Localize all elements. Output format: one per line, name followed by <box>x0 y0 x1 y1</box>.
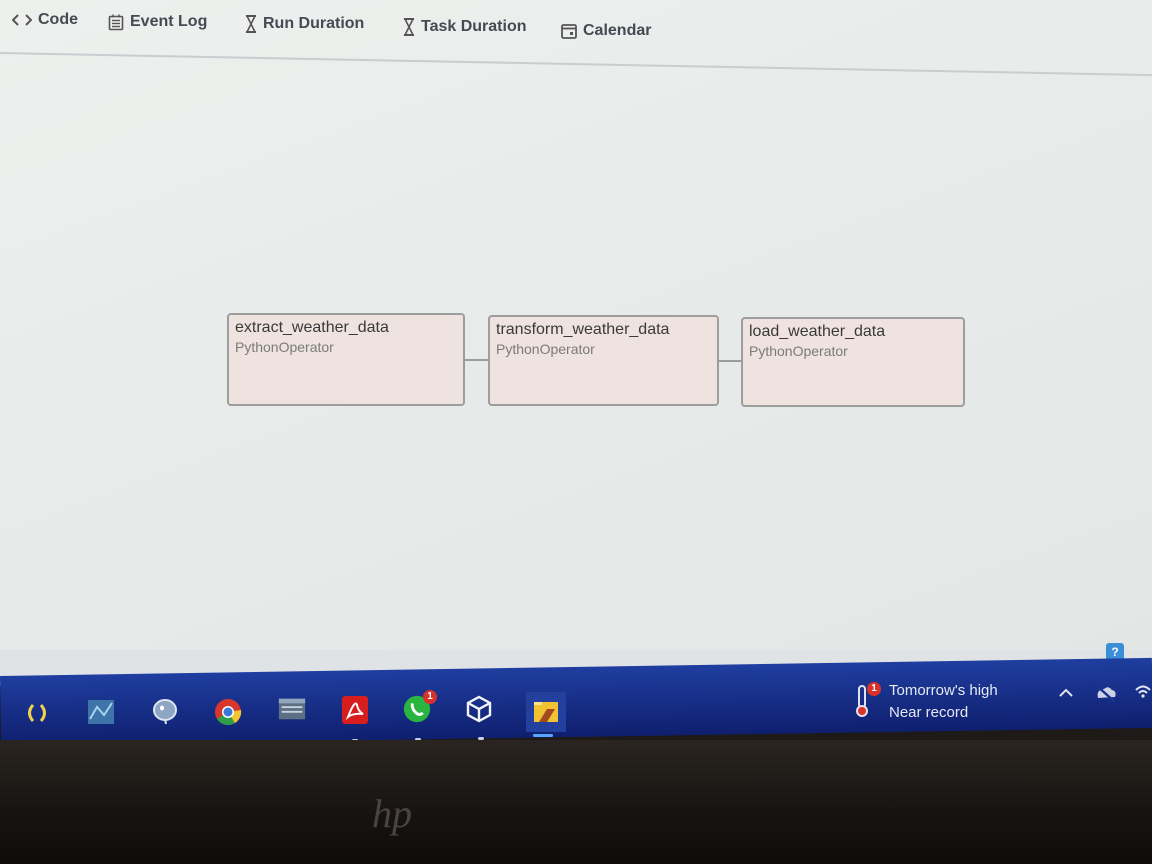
laptop-bezel <box>0 740 1152 864</box>
weather-line-1: Tomorrow's high <box>889 682 998 699</box>
task-node-load[interactable]: load_weather_data PythonOperator <box>741 317 965 407</box>
virtualbox-icon[interactable] <box>464 694 494 724</box>
acrobat-icon[interactable] <box>340 695 370 725</box>
weather-line-2: Near record <box>889 704 969 721</box>
notification-badge: 1 <box>423 690 437 704</box>
task-id-label: transform_weather_data <box>496 321 670 338</box>
task-operator-label: PythonOperator <box>235 339 334 355</box>
chrome-icon[interactable] <box>213 697 243 727</box>
network-tool-icon[interactable] <box>86 697 116 727</box>
dag-graph-canvas[interactable]: extract_weather_data PythonOperator tran… <box>0 0 1152 686</box>
edge-transform-load <box>718 360 743 362</box>
hp-logo: hp <box>372 791 412 836</box>
task-operator-label: PythonOperator <box>496 341 595 357</box>
chevron-up-icon[interactable] <box>1058 686 1074 704</box>
postgresql-icon[interactable] <box>150 696 180 726</box>
wifi-icon[interactable] <box>1134 682 1152 705</box>
task-id-label: extract_weather_data <box>235 319 389 336</box>
active-app-indicator <box>533 734 553 737</box>
file-manager-icon[interactable] <box>526 692 566 732</box>
keyboard-app-icon[interactable] <box>277 694 307 724</box>
browser-viewport: Code Event Log Run Duration Task Duratio… <box>0 0 1152 686</box>
task-operator-label: PythonOperator <box>749 343 848 359</box>
sync-app-icon[interactable] <box>22 698 52 728</box>
sync-off-icon[interactable] <box>1094 684 1118 709</box>
task-node-extract[interactable]: extract_weather_data PythonOperator <box>227 313 465 406</box>
edge-extract-transform <box>464 359 490 361</box>
task-id-label: load_weather_data <box>749 323 886 340</box>
weather-alert-badge: 1 <box>867 682 881 696</box>
task-node-transform[interactable]: transform_weather_data PythonOperator <box>488 315 719 406</box>
